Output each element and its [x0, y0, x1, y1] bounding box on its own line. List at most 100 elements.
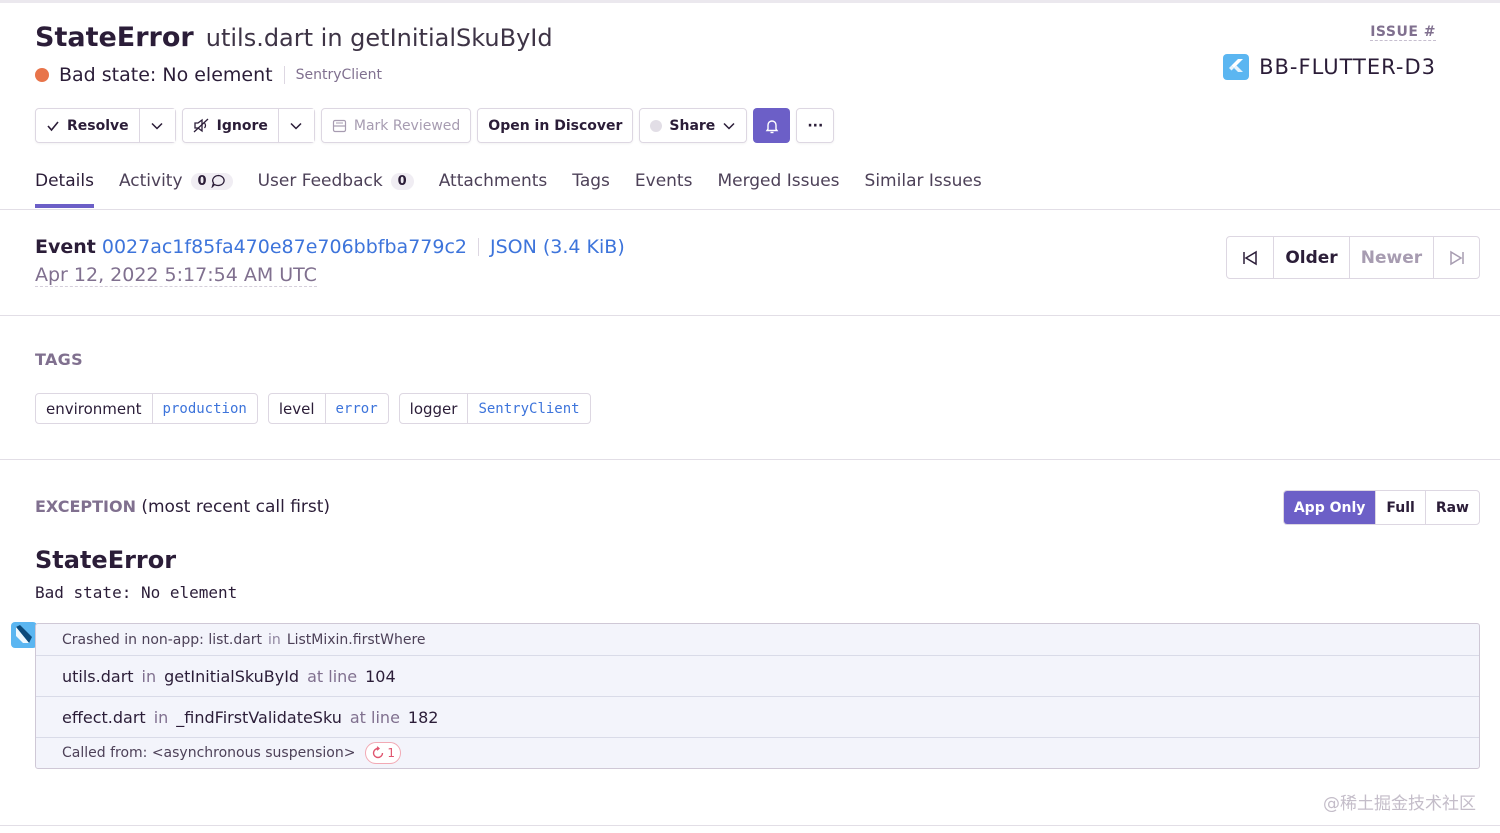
dart-platform-icon — [11, 622, 37, 648]
called-from-row[interactable]: Called from: <asynchronous suspension> 1 — [36, 737, 1479, 768]
exception-label: EXCEPTION — [35, 497, 136, 516]
exception-section-title: EXCEPTION (most recent call first) — [35, 497, 330, 517]
refresh-icon — [373, 746, 384, 759]
tab-label: Similar Issues — [864, 171, 982, 191]
tags-section-title: TAGS — [35, 350, 83, 369]
more-actions-button[interactable]: ··· — [797, 109, 834, 142]
tab-label: User Feedback — [257, 171, 383, 191]
skip-first-icon — [1243, 250, 1257, 265]
view-app-only-button[interactable]: App Only — [1283, 491, 1376, 524]
frame-line: 182 — [407, 707, 439, 727]
resolve-button[interactable]: Resolve — [36, 109, 139, 142]
tab-merged-issues[interactable]: Merged Issues — [717, 168, 839, 194]
inbox-icon — [332, 119, 346, 132]
view-raw-button[interactable]: Raw — [1424, 491, 1479, 524]
resolve-dropdown[interactable] — [138, 109, 175, 142]
tab-label: Merged Issues — [717, 171, 840, 191]
user-feedback-count-badge: 0 — [390, 172, 414, 190]
tag-key: environment — [46, 399, 142, 418]
tab-user-feedback[interactable]: User Feedback 0 — [258, 168, 414, 194]
at-line-text: at line — [349, 707, 400, 727]
activity-count: 0 — [197, 173, 207, 189]
mark-reviewed-button[interactable]: Mark Reviewed — [321, 109, 471, 142]
tags-list: environment production level error logge… — [35, 393, 591, 424]
mark-reviewed-group: Mark Reviewed — [320, 108, 472, 143]
exception-type: StateError — [35, 546, 177, 574]
frame-file: utils.dart — [62, 666, 134, 686]
tab-similar-issues[interactable]: Similar Issues — [865, 168, 982, 194]
in-text: in — [153, 707, 169, 727]
view-full-button[interactable]: Full — [1375, 491, 1424, 524]
comment-icon — [210, 174, 225, 188]
tab-label: Attachments — [438, 171, 548, 191]
tab-activity[interactable]: Activity 0 — [119, 168, 233, 194]
issue-short-id[interactable]: BB-FLUTTER-D3 — [1223, 54, 1436, 80]
share-label: Share — [669, 117, 716, 134]
ignore-dropdown[interactable] — [277, 109, 314, 142]
bottom-divider — [0, 825, 1500, 826]
crashed-prefix: Crashed in non-app: list.dart — [62, 631, 263, 648]
in-text: in — [141, 666, 157, 686]
json-link[interactable]: JSON (3.4 KiB) — [490, 236, 625, 258]
ignore-label: Ignore — [216, 117, 268, 134]
tab-label: Details — [35, 171, 94, 191]
tag-pill[interactable]: logger SentryClient — [398, 393, 591, 424]
tag-value[interactable]: SentryClient — [467, 394, 589, 423]
tag-pill[interactable]: environment production — [35, 393, 258, 424]
tag-pill[interactable]: level error — [267, 393, 389, 424]
event-label: Event — [35, 236, 96, 258]
tab-details[interactable]: Details — [35, 168, 94, 208]
open-in-discover-button[interactable]: Open in Discover — [478, 109, 633, 142]
frame-line: 104 — [365, 666, 396, 686]
tab-attachments[interactable]: Attachments — [439, 168, 548, 194]
bell-icon — [765, 119, 779, 133]
watermark: @稀土掘金技术社区 — [1323, 794, 1476, 814]
more-group: ··· — [796, 108, 835, 143]
issue-message: Bad state: No element — [59, 64, 273, 86]
tab-label: Events — [634, 171, 693, 191]
resolve-label: Resolve — [67, 117, 129, 134]
chevron-down-icon — [723, 122, 735, 130]
crashed-frame-row[interactable]: Crashed in non-app: list.dart in ListMix… — [36, 624, 1479, 655]
issue-id-label: ISSUE # — [1370, 24, 1436, 41]
flutter-icon — [1223, 54, 1250, 80]
stack-frame-row[interactable]: effect.dart in _findFirstValidateSku at … — [36, 696, 1479, 737]
issue-culprit: SentryClient — [295, 67, 383, 83]
ignore-button[interactable]: Ignore — [182, 109, 278, 142]
stacktrace-frames: Crashed in non-app: list.dart in ListMix… — [35, 623, 1480, 769]
older-event-button[interactable]: Older — [1273, 237, 1349, 278]
tag-value[interactable]: production — [151, 394, 257, 423]
activity-count-badge: 0 — [190, 172, 233, 190]
tab-tags[interactable]: Tags — [572, 168, 610, 194]
in-text: in — [268, 631, 281, 648]
share-status-dot — [650, 119, 663, 132]
recursion-badge[interactable]: 1 — [365, 742, 402, 764]
mute-icon — [193, 118, 209, 133]
divider — [283, 66, 285, 84]
check-icon — [47, 120, 59, 131]
tab-events[interactable]: Events — [635, 168, 693, 194]
stack-frame-row[interactable]: utils.dart in getInitialSkuById at line … — [36, 655, 1479, 696]
tab-label: Tags — [572, 171, 610, 191]
tag-key: logger — [409, 399, 458, 418]
skip-last-icon — [1449, 250, 1464, 265]
subscribe-button[interactable] — [753, 108, 791, 143]
event-pager: Older Newer — [1226, 236, 1480, 279]
open-in-discover-label: Open in Discover — [488, 117, 623, 134]
event-divider — [0, 315, 1500, 316]
ignore-group: Ignore — [181, 108, 315, 143]
event-info: Event 0027ac1f85fa470e87e706bbfba779c2 J… — [35, 236, 625, 287]
resolve-group: Resolve — [35, 108, 176, 143]
event-id-link[interactable]: 0027ac1f85fa470e87e706bbfba779c2 — [102, 236, 467, 258]
frame-function: _findFirstValidateSku — [176, 707, 342, 727]
event-date: Apr 12, 2022 5:17:54 AM UTC — [35, 264, 317, 287]
share-button[interactable]: Share — [640, 109, 747, 142]
issue-message-row: Bad state: No element SentryClient — [35, 64, 382, 86]
last-event-button[interactable] — [1433, 237, 1479, 278]
short-id-text: BB-FLUTTER-D3 — [1259, 55, 1436, 79]
first-event-button[interactable] — [1227, 237, 1273, 278]
tag-value[interactable]: error — [324, 394, 388, 423]
issue-tabs: Details Activity 0 User Feedback 0 Attac… — [35, 168, 982, 208]
newer-event-button[interactable]: Newer — [1349, 237, 1433, 278]
chevron-down-icon — [151, 122, 163, 130]
